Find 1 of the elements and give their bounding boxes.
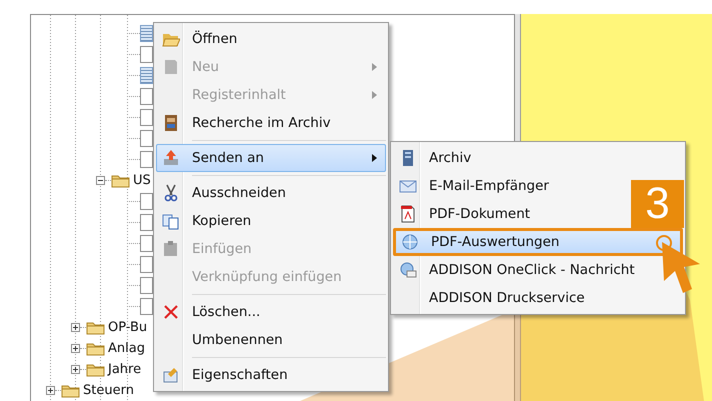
step-number-tooltip: 3 — [631, 180, 684, 228]
